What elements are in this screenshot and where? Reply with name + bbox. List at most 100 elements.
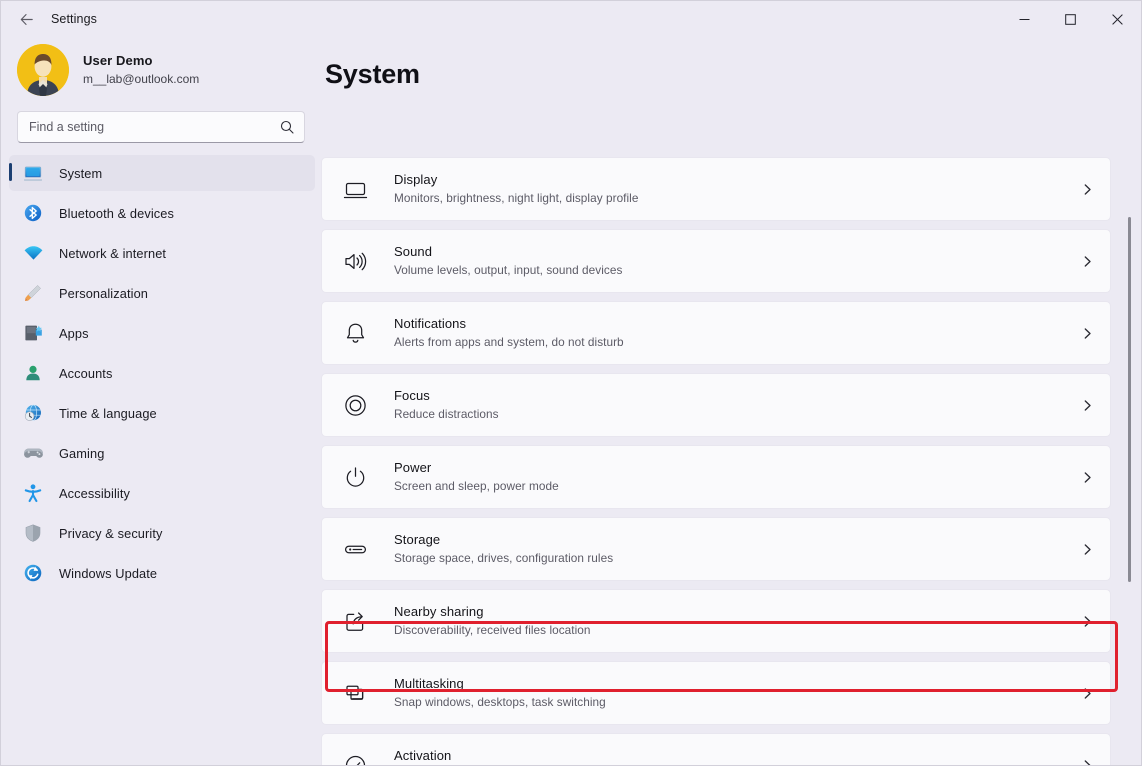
settings-card-notifications[interactable]: Notifications Alerts from apps and system…: [321, 301, 1111, 365]
sidebar-item-label: Gaming: [59, 445, 105, 461]
storage-drive-icon: [340, 534, 370, 564]
card-text: Focus Reduce distractions: [394, 388, 1081, 422]
apps-icon: [21, 322, 45, 344]
card-text: Storage Storage space, drives, configurat…: [394, 532, 1081, 566]
chevron-right-icon[interactable]: [1081, 255, 1096, 268]
title-bar: Settings: [1, 1, 1141, 37]
card-title: Notifications: [394, 316, 467, 332]
settings-card-power[interactable]: Power Screen and sleep, power mode: [321, 445, 1111, 509]
window-controls: [1001, 1, 1141, 37]
card-text: Display Monitors, brightness, night light…: [394, 172, 1081, 206]
chevron-right-icon[interactable]: [1081, 471, 1096, 484]
check-circle-icon: [340, 750, 370, 765]
sidebar-item-label: Time & language: [59, 405, 157, 421]
chevron-right-icon[interactable]: [1081, 543, 1096, 556]
card-text: Sound Volume levels, output, input, sound…: [394, 244, 1081, 278]
sidebar-item-personalization[interactable]: Personalization: [9, 275, 315, 311]
update-icon: [21, 562, 45, 584]
sidebar-item-label: Network & internet: [59, 245, 167, 261]
card-text: Multitasking Snap windows, desktops, task…: [394, 676, 1081, 710]
back-arrow-icon: [20, 13, 33, 25]
settings-card-display[interactable]: Display Monitors, brightness, night light…: [321, 157, 1111, 221]
card-subtitle: Screen and sleep, power mode: [394, 478, 559, 493]
settings-card-list: Display Monitors, brightness, night light…: [321, 157, 1141, 765]
search-icon[interactable]: [280, 120, 296, 134]
card-subtitle: Snap windows, desktops, task switching: [394, 694, 606, 709]
page-title: System: [325, 59, 420, 89]
account-email: m__lab@outlook.com: [83, 71, 200, 86]
app-title: Settings: [51, 12, 97, 26]
sidebar: User Demo m__lab@outlook.com System Bluet…: [1, 37, 321, 765]
clock-globe-icon: [21, 402, 45, 424]
sidebar-item-accessibility[interactable]: Accessibility: [9, 475, 315, 511]
sidebar-item-label: Accounts: [59, 365, 113, 381]
settings-window: Settings User Demo m__lab@outlook.com Fi…: [0, 0, 1142, 766]
person-icon: [21, 362, 45, 384]
sidebar-item-label: Apps: [59, 325, 89, 341]
sidebar-item-label: System: [59, 165, 103, 181]
sidebar-item-system[interactable]: System: [9, 155, 315, 191]
sidebar-item-bluetooth-devices[interactable]: Bluetooth & devices: [9, 195, 315, 231]
search-box[interactable]: [17, 111, 305, 143]
scrollbar[interactable]: [1125, 177, 1135, 759]
sidebar-item-time-language[interactable]: Time & language: [9, 395, 315, 431]
focus-moon-icon: [340, 390, 370, 420]
scrollbar-thumb[interactable]: [1128, 217, 1131, 582]
card-title: Activation: [394, 748, 452, 764]
settings-card-nearby-sharing[interactable]: Nearby sharing Discoverability, received …: [321, 589, 1111, 653]
card-text: Nearby sharing Discoverability, received …: [394, 604, 1081, 638]
chevron-right-icon[interactable]: [1081, 687, 1096, 700]
shield-icon: [21, 522, 45, 544]
sidebar-item-label: Personalization: [59, 285, 148, 301]
maximize-button[interactable]: [1047, 1, 1093, 37]
card-title: Display: [394, 172, 438, 188]
search-wrapper: [1, 111, 321, 143]
chevron-right-icon[interactable]: [1081, 615, 1096, 628]
settings-card-activation[interactable]: ActivationActivation state, subscription…: [321, 733, 1111, 765]
sidebar-item-gaming[interactable]: Gaming: [9, 435, 315, 471]
close-icon: [1111, 13, 1123, 25]
power-icon: [340, 462, 370, 492]
window-body: User Demo m__lab@outlook.com System Bluet…: [1, 37, 1141, 765]
chevron-right-icon[interactable]: [1081, 183, 1096, 196]
settings-card-focus[interactable]: Focus Reduce distractions: [321, 373, 1111, 437]
sidebar-item-label: Bluetooth & devices: [59, 205, 175, 221]
bluetooth-icon: [21, 202, 45, 224]
card-title: Nearby sharing: [394, 604, 484, 620]
chevron-right-icon[interactable]: [1081, 399, 1096, 412]
sidebar-item-label: Accessibility: [59, 485, 130, 501]
sidebar-nav: System Bluetooth & devices Network & inter…: [1, 155, 321, 591]
account-text: User Demo m__lab@outlook.com: [83, 53, 199, 86]
sidebar-item-network-internet[interactable]: Network & internet: [9, 235, 315, 271]
settings-card-multitasking[interactable]: Multitasking Snap windows, desktops, task…: [321, 661, 1111, 725]
settings-card-storage[interactable]: Storage Storage space, drives, configurat…: [321, 517, 1111, 581]
chevron-right-icon[interactable]: [1081, 759, 1096, 765]
card-text: Power Screen and sleep, power mode: [394, 460, 1081, 494]
multitasking-icon: [340, 678, 370, 708]
sidebar-item-label: Windows Update: [59, 565, 158, 581]
sidebar-item-accounts[interactable]: Accounts: [9, 355, 315, 391]
close-button[interactable]: [1093, 1, 1141, 37]
wifi-icon: [21, 242, 45, 264]
sidebar-item-apps[interactable]: Apps: [9, 315, 315, 351]
account-block[interactable]: User Demo m__lab@outlook.com: [1, 37, 321, 105]
sidebar-item-privacy-security[interactable]: Privacy & security: [9, 515, 315, 551]
paintbrush-icon: [21, 282, 45, 304]
back-button[interactable]: [9, 4, 43, 34]
card-subtitle: Alerts from apps and system, do not dist…: [394, 334, 624, 349]
search-input[interactable]: [29, 120, 280, 134]
card-subtitle: Monitors, brightness, night light, displ…: [394, 190, 639, 205]
gamepad-icon: [21, 442, 45, 464]
share-icon: [340, 606, 370, 636]
card-title: Power: [394, 460, 432, 476]
settings-card-sound[interactable]: Sound Volume levels, output, input, sound…: [321, 229, 1111, 293]
minimize-button[interactable]: [1001, 1, 1047, 37]
card-text: ActivationActivation state, subscription…: [394, 748, 1081, 765]
account-name: User Demo: [83, 53, 153, 69]
card-subtitle: Discoverability, received files location: [394, 622, 591, 637]
monitor-icon: [21, 162, 45, 184]
chevron-right-icon[interactable]: [1081, 327, 1096, 340]
speaker-icon: [340, 246, 370, 276]
sidebar-item-windows-update[interactable]: Windows Update: [9, 555, 315, 591]
card-subtitle: Storage space, drives, configuration rul…: [394, 550, 614, 565]
